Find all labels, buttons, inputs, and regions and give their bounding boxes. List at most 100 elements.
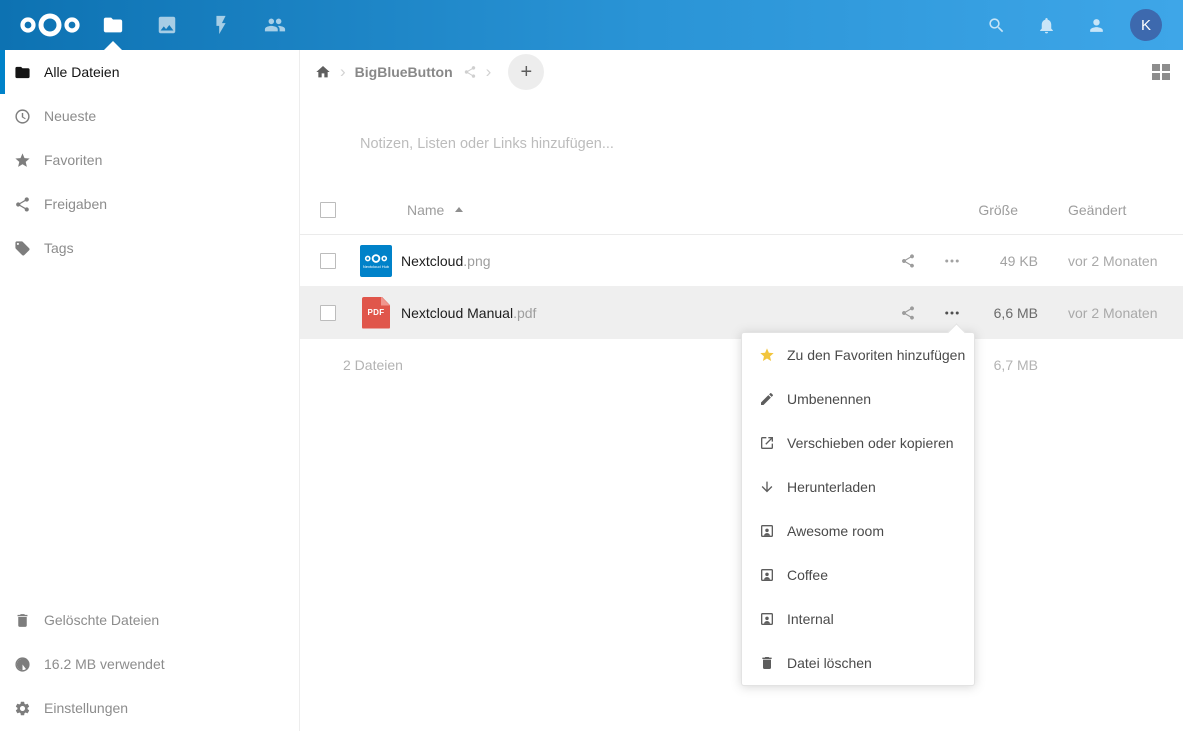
trash-icon (14, 612, 31, 629)
active-app-caret (104, 41, 122, 50)
menu-item-label: Herunterladen (787, 479, 876, 495)
row-actions-menu-button[interactable] (930, 235, 974, 286)
file-size: 6,6 MB (974, 305, 1038, 321)
row-checkbox[interactable] (320, 253, 336, 269)
sidebar-item-settings[interactable]: Einstellungen (0, 686, 299, 730)
app-photos[interactable] (146, 0, 188, 50)
move-icon (759, 435, 775, 451)
column-header-size[interactable]: Größe (974, 202, 1038, 218)
chevron-right-icon: › (340, 62, 346, 82)
column-header-modified[interactable]: Geändert (1068, 202, 1168, 218)
sidebar-item-label: Favoriten (44, 152, 102, 168)
nextcloud-logo[interactable] (18, 12, 82, 38)
app-contacts[interactable] (254, 0, 296, 50)
sidebar-item-label: Neueste (44, 108, 96, 124)
contact-icon (1087, 16, 1106, 35)
folder-icon (14, 64, 31, 81)
file-modified: vor 2 Monaten (1068, 305, 1168, 321)
breadcrumb-home[interactable] (315, 64, 331, 80)
sidebar-item-quota[interactable]: 16.2 MB verwendet (0, 642, 299, 686)
search-icon (987, 16, 1006, 35)
sort-ascending-icon (455, 207, 463, 212)
sidebar-item-tags[interactable]: Tags (0, 226, 299, 270)
sidebar-item-deleted-files[interactable]: Gelöschte Dateien (0, 598, 299, 642)
app-activity[interactable] (200, 0, 242, 50)
new-file-button[interactable]: + (508, 54, 544, 90)
sidebar-item-all-files[interactable]: Alle Dateien (0, 50, 299, 94)
search-button[interactable] (980, 9, 1012, 41)
menu-item-move-or-copy[interactable]: Verschieben oder kopieren (742, 421, 974, 465)
grid-view-toggle[interactable] (1152, 64, 1170, 81)
app-menu (92, 0, 308, 50)
share-icon (900, 305, 916, 321)
sidebar-item-label: Einstellungen (44, 700, 128, 716)
menu-item-label: Datei löschen (787, 655, 872, 671)
column-header-name[interactable]: Name (407, 202, 886, 218)
row-share-button[interactable] (886, 287, 930, 338)
user-avatar[interactable]: K (1130, 9, 1162, 41)
app-files[interactable] (92, 0, 134, 50)
folder-icon (102, 14, 124, 36)
clock-icon (14, 108, 31, 125)
ellipsis-icon (943, 252, 961, 270)
download-icon (759, 479, 775, 495)
pencil-icon (759, 391, 775, 407)
sidebar-item-label: Freigaben (44, 196, 107, 212)
sidebar-item-recent[interactable]: Neueste (0, 94, 299, 138)
top-right-actions: K (980, 0, 1162, 50)
menu-item-add-to-favorites[interactable]: Zu den Favoriten hinzufügen (742, 333, 974, 377)
thumbnail-caption: Nextcloud Hub (363, 265, 389, 269)
row-checkbox[interactable] (320, 305, 336, 321)
breadcrumb-share-button[interactable] (463, 65, 477, 79)
contacts-menu-button[interactable] (1080, 9, 1112, 41)
breadcrumb-current-folder[interactable]: BigBlueButton (355, 64, 453, 80)
menu-item-label: Internal (787, 611, 834, 627)
file-table-header: Name Größe Geändert (300, 185, 1183, 235)
menu-item-coffee[interactable]: Coffee (742, 553, 974, 597)
sidebar-item-label: 16.2 MB verwendet (44, 656, 165, 672)
sidebar-item-favorites[interactable]: Favoriten (0, 138, 299, 182)
files-sidebar: Alle Dateien Neueste Favoriten Freigaben… (0, 50, 300, 731)
ellipsis-icon (943, 304, 961, 322)
grid-square (1152, 64, 1160, 71)
column-header-name-label: Name (407, 202, 444, 218)
menu-item-awesome-room[interactable]: Awesome room (742, 509, 974, 553)
menu-item-delete-file[interactable]: Datei löschen (742, 641, 974, 685)
menu-item-download[interactable]: Herunterladen (742, 465, 974, 509)
sidebar-item-label: Tags (44, 240, 74, 256)
file-name[interactable]: Nextcloud Manual.pdf (401, 305, 886, 321)
file-basename: Nextcloud (401, 253, 463, 269)
bell-icon (1037, 16, 1056, 35)
sidebar-item-label: Alle Dateien (44, 64, 120, 80)
trash-icon (759, 655, 775, 671)
notes-input[interactable]: Notizen, Listen oder Links hinzufügen... (360, 136, 1060, 152)
menu-item-label: Coffee (787, 567, 828, 583)
file-thumbnail-pdf: PDF (362, 297, 390, 329)
sidebar-item-label: Gelöschte Dateien (44, 612, 159, 628)
star-icon (759, 347, 775, 363)
row-share-button[interactable] (886, 235, 930, 286)
sidebar-item-shares[interactable]: Freigaben (0, 182, 299, 226)
file-row-nextcloud-manual-pdf[interactable]: PDF Nextcloud Manual.pdf 6,6 MB vor 2 Mo… (300, 287, 1183, 339)
home-icon (315, 64, 331, 80)
menu-item-label: Verschieben oder kopieren (787, 435, 954, 451)
file-row-nextcloud-png[interactable]: Nextcloud Hub Nextcloud.png 49 KB vor 2 … (300, 235, 1183, 287)
share-icon (900, 253, 916, 269)
grid-square (1152, 73, 1160, 80)
file-basename: Nextcloud Manual (401, 305, 513, 321)
menu-item-rename[interactable]: Umbenennen (742, 377, 974, 421)
breadcrumb: › BigBlueButton › + (300, 50, 1183, 94)
file-extension: .pdf (513, 305, 536, 321)
room-icon (759, 523, 775, 539)
top-bar: K (0, 0, 1183, 50)
select-all-checkbox[interactable] (320, 202, 336, 218)
quota-pie-icon (14, 656, 31, 673)
total-size: 6,7 MB (974, 357, 1038, 373)
menu-item-internal[interactable]: Internal (742, 597, 974, 641)
file-name[interactable]: Nextcloud.png (401, 253, 886, 269)
notifications-button[interactable] (1030, 9, 1062, 41)
room-icon (759, 611, 775, 627)
file-actions-menu: Zu den Favoriten hinzufügen Umbenennen V… (741, 332, 975, 686)
tag-icon (14, 240, 31, 257)
nextcloud-logo-thumb (364, 253, 388, 264)
